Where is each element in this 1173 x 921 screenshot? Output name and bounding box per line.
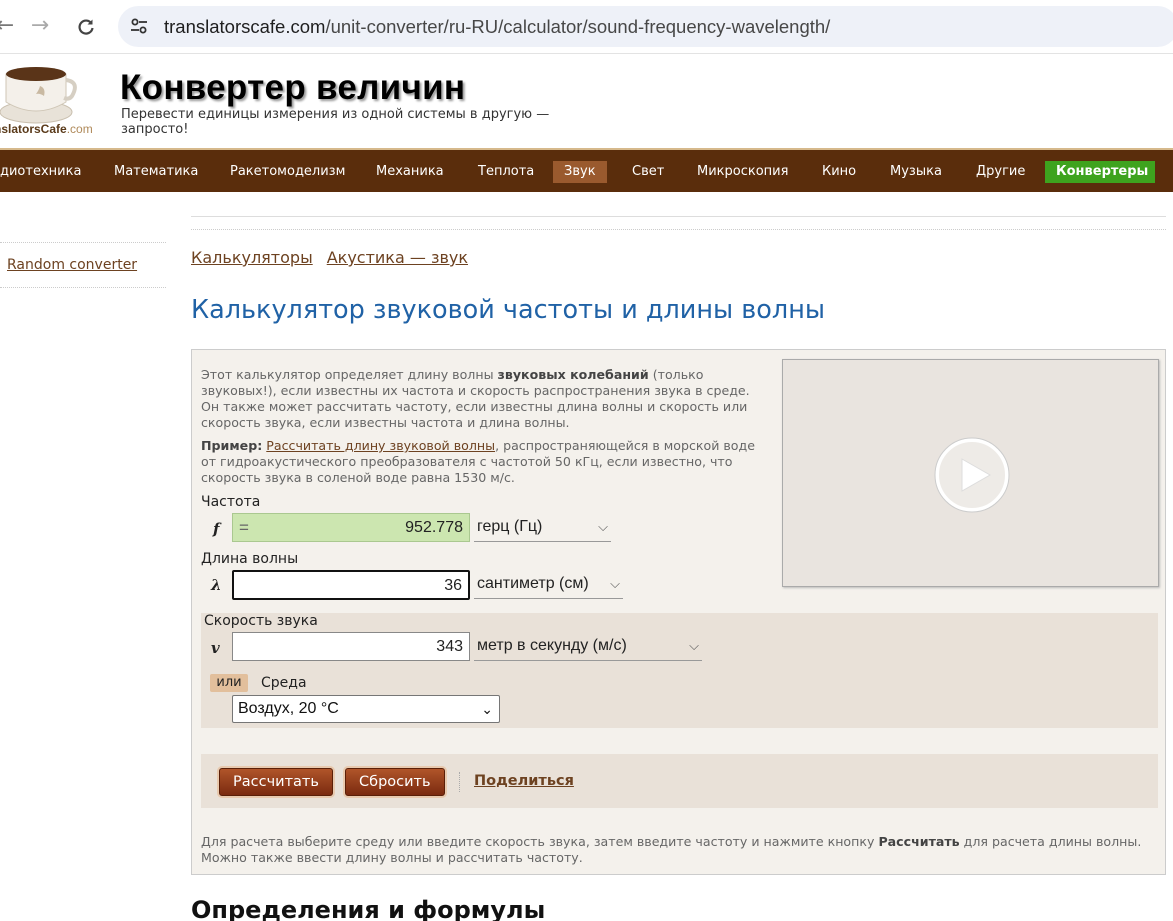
frequency-label: Частота [201, 494, 261, 510]
chevron-down-icon: ⌄ [481, 701, 493, 717]
frequency-value: 952.778 [405, 519, 463, 536]
menu-item-sound[interactable]: Звук [553, 161, 607, 183]
browser-toolbar: ← → translatorscafe.com/unit-converter/r… [0, 0, 1173, 54]
calculator-panel: Этот калькулятор определяет длину волны … [191, 349, 1166, 875]
calculator-example: Пример: Рассчитать длину звуковой волны,… [201, 438, 771, 486]
frequency-symbol: f [213, 520, 220, 538]
speed-symbol: v [211, 639, 220, 657]
speed-unit: метр в секунду (м/с) [477, 637, 627, 654]
description-text: Этот калькулятор определяет длину волны [201, 367, 498, 382]
menu-item-mechanics[interactable]: Механика [365, 161, 455, 183]
content-divider [191, 216, 1166, 217]
video-player[interactable] [782, 359, 1159, 587]
or-badge: или [210, 674, 248, 692]
example-link[interactable]: Рассчитать длину звуковой волны [266, 438, 495, 453]
speed-input[interactable]: 343 [232, 632, 470, 661]
chevron-down-icon: ⌵ [689, 638, 699, 653]
frequency-unit: герц (Гц) [477, 518, 543, 535]
wavelength-unit: сантиметр (см) [477, 575, 589, 592]
menu-item-cinema[interactable]: Кино [811, 161, 867, 183]
menu-item-converters[interactable]: Конвертеры [1045, 161, 1155, 183]
medium-select[interactable]: Воздух, 20 °C ⌄ [232, 695, 500, 723]
address-bar[interactable]: translatorscafe.com/unit-converter/ru-RU… [118, 6, 1173, 47]
menu-item-rocketry[interactable]: Ракетомоделизм [219, 161, 356, 183]
site-title: Конвертер величин [120, 68, 466, 107]
site-settings-icon[interactable] [130, 17, 148, 35]
instructions-text: Для расчета выберите среду или введите с… [201, 834, 879, 849]
medium-value: Воздух, 20 °C [238, 700, 339, 717]
calculator-description: Этот калькулятор определяет длину волны … [201, 367, 771, 431]
description-bold: звуковых колебаний [497, 367, 649, 382]
wavelength-symbol: λ [211, 576, 222, 594]
site-header: nslatorsCafe.com Конвертер величин Перев… [0, 56, 1173, 148]
url-text: translatorscafe.com/unit-converter/ru-RU… [164, 16, 830, 38]
separator [459, 772, 460, 792]
url-path: /unit-converter/ru-RU/calculator/sound-f… [325, 16, 831, 37]
calculate-button[interactable]: Рассчитать [219, 768, 333, 796]
breadcrumb-calculators[interactable]: Калькуляторы [191, 248, 313, 267]
reset-button[interactable]: Сбросить [345, 768, 445, 796]
frequency-input[interactable]: = 952.778 [232, 513, 470, 542]
logo-name: nslatorsCafe [0, 122, 67, 136]
forward-icon[interactable]: → [25, 12, 55, 42]
frequency-unit-select[interactable]: герц (Гц) ⌵ [474, 513, 611, 542]
site-subtitle: Перевести единицы измерения из одной сис… [121, 107, 550, 137]
calculator-instructions: Для расчета выберите среду или введите с… [201, 834, 1151, 866]
breadcrumb: Калькуляторы Акустика — звук [191, 248, 482, 267]
menu-item-math[interactable]: Математика [103, 161, 209, 183]
back-icon[interactable]: ← [0, 12, 20, 42]
menu-item-other[interactable]: Другие [965, 161, 1036, 183]
instructions-bold: Рассчитать [878, 834, 960, 849]
menu-item-heat[interactable]: Теплота [467, 161, 545, 183]
url-domain: translatorscafe.com [164, 16, 326, 37]
menu-item-music[interactable]: Музыка [879, 161, 953, 183]
chevron-down-icon: ⌵ [610, 576, 620, 591]
menu-item-microscopy[interactable]: Микроскопия [686, 161, 799, 183]
wavelength-label: Длина волны [201, 551, 299, 567]
chevron-down-icon: ⌵ [598, 519, 608, 534]
content-divider [191, 229, 1166, 230]
main-menu: диотехника Математика Ракетомоделизм Мех… [0, 148, 1173, 192]
page-title: Калькулятор звуковой частоты и длины вол… [191, 295, 826, 325]
wavelength-unit-select[interactable]: сантиметр (см) ⌵ [474, 570, 623, 599]
medium-label: Среда [261, 675, 307, 691]
example-label: Пример: [201, 438, 263, 453]
play-icon[interactable] [934, 437, 1010, 513]
coffee-cup-logo[interactable] [0, 60, 78, 128]
result-equals-icon: = [239, 518, 249, 537]
breadcrumb-acoustics[interactable]: Акустика — звук [327, 248, 468, 267]
speed-label: Скорость звука [204, 613, 318, 629]
logo-domain: .com [66, 122, 93, 136]
wavelength-input[interactable]: 36 [232, 570, 470, 600]
sidebar-divider [0, 242, 166, 243]
random-converter-link[interactable]: Random converter [7, 257, 137, 273]
action-bar: Рассчитать Сбросить Поделиться [201, 754, 1158, 808]
logo-wordmark[interactable]: nslatorsCafe.com [0, 122, 93, 136]
definitions-heading: Определения и формулы [191, 896, 546, 921]
menu-item-light[interactable]: Свет [621, 161, 675, 183]
speed-unit-select[interactable]: метр в секунду (м/с) ⌵ [474, 632, 702, 661]
reload-icon[interactable] [71, 12, 101, 42]
sidebar-divider [0, 287, 166, 288]
share-link[interactable]: Поделиться [474, 773, 574, 789]
menu-item-radio[interactable]: диотехника [0, 161, 92, 183]
